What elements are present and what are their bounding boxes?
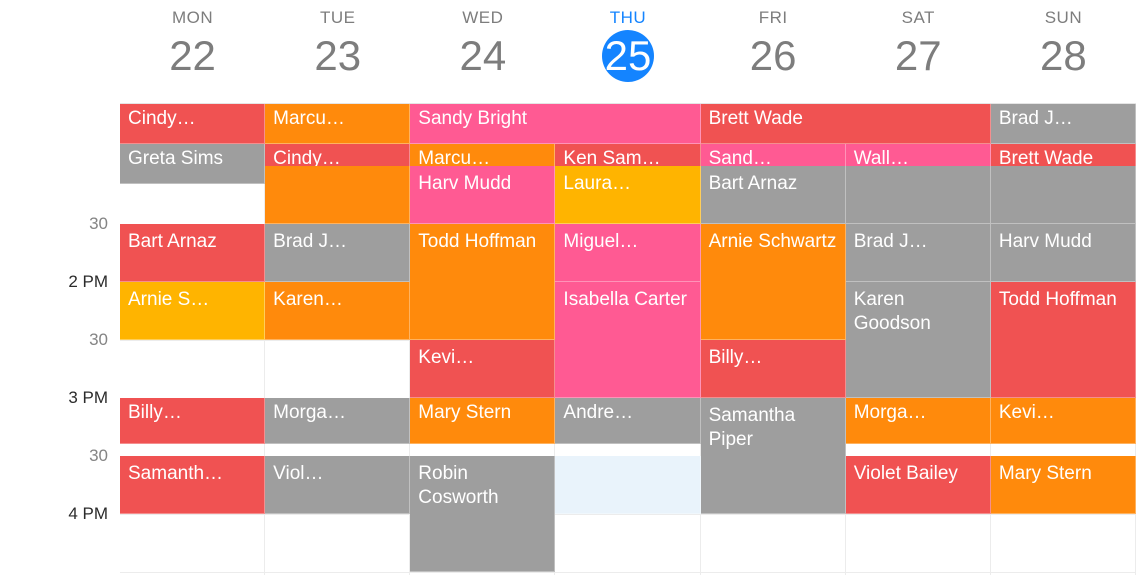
timed-event[interactable]: Robin Cosworth <box>410 456 555 572</box>
day-of-week-label: TUE <box>265 8 410 28</box>
timed-event[interactable]: Morga… <box>846 398 991 444</box>
timed-event[interactable]: Todd Hoffman <box>410 224 555 340</box>
day-header[interactable]: SAT27 <box>846 0 991 103</box>
day-header[interactable]: FRI26 <box>701 0 846 103</box>
timed-event[interactable] <box>555 456 700 514</box>
timed-event[interactable]: Violet Bailey <box>846 456 991 514</box>
timed-event[interactable]: Laura… <box>555 166 700 224</box>
day-of-week-label: THU <box>555 8 700 28</box>
timed-event[interactable]: Todd Hoffman <box>991 282 1136 398</box>
day-header[interactable]: MON22 <box>120 0 265 103</box>
day-of-week-label: SAT <box>846 8 991 28</box>
allday-event[interactable]: Greta Sims <box>120 144 265 184</box>
timed-event[interactable]: Mary Stern <box>991 456 1136 514</box>
timed-event[interactable]: Harv Mudd <box>410 166 555 224</box>
timed-event[interactable]: Andre… <box>555 398 700 444</box>
allday-event[interactable]: Brett Wade <box>701 104 991 144</box>
allday-event[interactable]: Cindy… <box>120 104 265 144</box>
timed-event[interactable]: Samantha Piper <box>701 398 846 514</box>
time-label: 30 <box>89 446 108 466</box>
timed-event[interactable]: Arnie S… <box>120 282 265 340</box>
day-of-week-label: WED <box>410 8 555 28</box>
allday-event[interactable]: Marcu… <box>265 104 410 144</box>
time-gutter: 30 2 PM 30 3 PM 30 4 PM <box>0 104 120 575</box>
timed-event[interactable]: Arnie Schwartz <box>701 224 846 340</box>
day-number: 24 <box>457 30 509 82</box>
day-header[interactable]: SUN28 <box>991 0 1136 103</box>
timed-event[interactable] <box>991 166 1136 224</box>
day-header[interactable]: WED24 <box>410 0 555 103</box>
timed-event[interactable]: Miguel… <box>555 224 700 282</box>
time-label: 3 PM <box>68 388 108 408</box>
day-number: 25 <box>602 30 654 82</box>
calendar-header: MON22TUE23WED24THU25FRI26SAT27SUN28 <box>120 0 1136 104</box>
timed-event[interactable] <box>265 166 410 224</box>
timed-event[interactable]: Karen Goodson <box>846 282 991 398</box>
day-number: 23 <box>312 30 364 82</box>
timed-event[interactable]: Billy… <box>120 398 265 444</box>
day-number: 28 <box>1037 30 1089 82</box>
day-of-week-label: MON <box>120 8 265 28</box>
calendar-week-view: MON22TUE23WED24THU25FRI26SAT27SUN28 302 … <box>0 0 1136 575</box>
day-header[interactable]: TUE23 <box>265 0 410 103</box>
timed-event[interactable]: Brad J… <box>846 224 991 282</box>
day-of-week-label: SUN <box>991 8 1136 28</box>
time-label: 2 PM <box>68 272 108 292</box>
timed-event[interactable]: Brad J… <box>265 224 410 282</box>
timed-event[interactable] <box>846 166 991 224</box>
day-number: 27 <box>892 30 944 82</box>
time-label: 30 <box>89 330 108 350</box>
time-label: 4 PM <box>68 504 108 524</box>
timed-event[interactable]: Kevi… <box>410 340 555 398</box>
events-layer: Cindy…Marcu…Sandy BrightBrett WadeBrad J… <box>120 104 1136 575</box>
timed-event[interactable]: Viol… <box>265 456 410 514</box>
timed-event[interactable]: Kevi… <box>991 398 1136 444</box>
timed-event[interactable]: Bart Arnaz <box>120 224 265 282</box>
timed-event[interactable]: Morga… <box>265 398 410 444</box>
timed-event[interactable]: Mary Stern <box>410 398 555 444</box>
day-header[interactable]: THU25 <box>555 0 700 103</box>
day-of-week-label: FRI <box>701 8 846 28</box>
timed-event[interactable]: Billy… <box>701 340 846 398</box>
time-label: 30 <box>89 214 108 234</box>
timed-event[interactable]: Samanth… <box>120 456 265 514</box>
timed-event[interactable]: Isabella Carter <box>555 282 700 398</box>
allday-event[interactable]: Brad J… <box>991 104 1136 144</box>
day-number: 26 <box>747 30 799 82</box>
timed-event[interactable]: Harv Mudd <box>991 224 1136 282</box>
day-number: 22 <box>167 30 219 82</box>
allday-event[interactable]: Sandy Bright <box>410 104 700 144</box>
timed-event[interactable]: Bart Arnaz <box>701 166 846 224</box>
timed-event[interactable]: Karen… <box>265 282 410 340</box>
